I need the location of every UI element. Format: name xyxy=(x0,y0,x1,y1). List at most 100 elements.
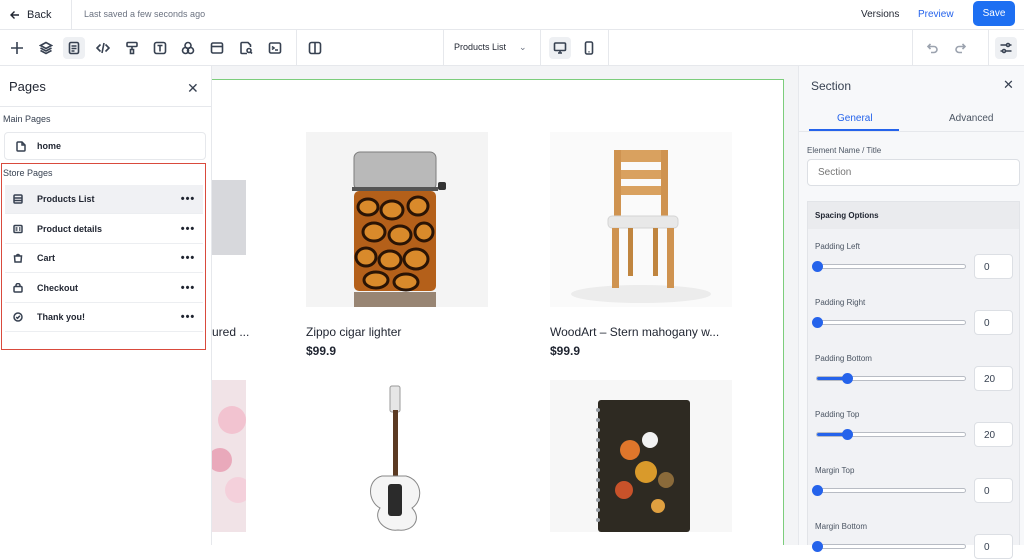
element-name-label: Element Name / Title xyxy=(807,146,882,155)
guitar-image xyxy=(370,385,421,531)
slider-thumb[interactable] xyxy=(812,261,823,272)
page-item-label: Thank you! xyxy=(37,312,86,322)
desktop-icon[interactable] xyxy=(549,37,571,59)
product-price: $99.9 xyxy=(550,344,581,358)
slider-label: Margin Bottom xyxy=(815,522,868,531)
more-options-icon[interactable]: ••• xyxy=(173,193,203,205)
slider-track[interactable] xyxy=(816,429,966,440)
slider-track[interactable] xyxy=(812,261,966,272)
product-name[interactable]: WoodArt – Stern mahogany w... xyxy=(550,325,719,339)
tab-advanced[interactable]: Advanced xyxy=(949,113,993,124)
page-icon xyxy=(5,140,37,152)
terminal-icon[interactable] xyxy=(264,37,286,59)
paint-roller-icon[interactable] xyxy=(121,37,143,59)
chevron-down-icon[interactable]: ⌄ xyxy=(519,42,527,53)
divider xyxy=(799,131,1024,132)
mobile-icon[interactable] xyxy=(578,37,600,59)
chair-image xyxy=(571,150,711,303)
spacing-options-header[interactable]: Spacing Options xyxy=(808,202,1019,229)
toolbar-divider xyxy=(296,30,297,66)
back-button[interactable]: Back xyxy=(0,0,72,30)
panel-title: Pages xyxy=(9,79,46,94)
preview-button[interactable]: Preview xyxy=(918,9,954,20)
element-name-input[interactable] xyxy=(807,159,1020,186)
slider-label: Padding Right xyxy=(815,298,866,307)
top-bar: Back Last saved a few seconds ago Versio… xyxy=(0,0,1024,30)
product-image[interactable] xyxy=(306,380,488,532)
slider-label: Padding Bottom xyxy=(815,354,872,363)
slider-thumb[interactable] xyxy=(812,541,823,552)
slider-value-input[interactable]: 0 xyxy=(974,254,1013,279)
page-item-products-list[interactable]: Products List ••• xyxy=(5,185,203,214)
divider xyxy=(0,106,212,107)
arrow-left-icon xyxy=(10,11,19,19)
close-icon[interactable]: ✕ xyxy=(1003,77,1014,93)
page-item-label: Product details xyxy=(37,224,103,234)
slider-thumb[interactable] xyxy=(841,429,853,440)
product-image[interactable] xyxy=(550,380,732,532)
slider-thumb[interactable] xyxy=(812,485,823,496)
plus-icon[interactable] xyxy=(6,37,28,59)
page-item-label: Cart xyxy=(37,253,56,263)
page-canvas[interactable]: ured ... Zippo cigar lighter $99.9 WoodA… xyxy=(212,79,784,545)
page-item-home[interactable]: home xyxy=(4,132,206,160)
product-image[interactable] xyxy=(212,380,251,532)
text-icon[interactable] xyxy=(149,37,171,59)
browser-icon[interactable] xyxy=(206,37,228,59)
slider-label: Margin Top xyxy=(815,466,855,475)
page-item-thank-you[interactable]: Thank you! ••• xyxy=(5,303,203,332)
split-view-icon[interactable] xyxy=(304,37,326,59)
code-icon[interactable] xyxy=(92,37,114,59)
save-status: Last saved a few seconds ago xyxy=(84,9,206,19)
page-item-label: home xyxy=(37,141,62,151)
page-item-checkout[interactable]: Checkout ••• xyxy=(5,274,203,303)
product-name[interactable]: Zippo cigar lighter xyxy=(306,325,401,339)
product-image[interactable] xyxy=(212,180,246,255)
page-item-product-details[interactable]: Product details ••• xyxy=(5,215,203,244)
layers-icon[interactable] xyxy=(35,37,57,59)
cart-icon xyxy=(5,253,31,263)
undo-icon[interactable] xyxy=(921,37,943,59)
editor-toolbar: Products List ⌄ xyxy=(0,30,1024,66)
page-search-icon[interactable] xyxy=(235,37,257,59)
slider-track[interactable] xyxy=(812,485,966,496)
more-options-icon[interactable]: ••• xyxy=(173,252,203,264)
slider-value-input[interactable]: 0 xyxy=(974,534,1013,559)
toolbar-divider xyxy=(443,30,444,66)
product-name[interactable]: ured ... xyxy=(212,325,249,339)
spacing-options-group: Spacing Options Padding Left 0 Padding Rig… xyxy=(807,201,1020,559)
product-image[interactable] xyxy=(550,132,732,307)
slider-track[interactable] xyxy=(812,317,966,328)
shapes-icon[interactable] xyxy=(177,37,199,59)
more-options-icon[interactable]: ••• xyxy=(173,311,203,323)
slider-value-input[interactable]: 0 xyxy=(974,478,1013,503)
product-image[interactable] xyxy=(306,132,488,307)
slider-value-input[interactable]: 0 xyxy=(974,310,1013,335)
product-price: $99.9 xyxy=(306,344,337,358)
page-item-cart[interactable]: Cart ••• xyxy=(5,244,203,273)
panel-title: Section xyxy=(811,79,852,93)
save-button[interactable]: Save xyxy=(973,1,1015,26)
notebook-image xyxy=(596,400,690,532)
versions-button[interactable]: Versions xyxy=(861,9,899,20)
slider-thumb[interactable] xyxy=(841,373,853,384)
toolbar-divider xyxy=(912,30,913,66)
page-select[interactable]: Products List xyxy=(454,42,506,52)
redo-icon[interactable] xyxy=(950,37,972,59)
slider-label: Padding Left xyxy=(815,242,860,251)
slider-value-input[interactable]: 20 xyxy=(974,422,1013,447)
check-circle-icon xyxy=(5,312,31,322)
more-options-icon[interactable]: ••• xyxy=(173,282,203,294)
slider-value-input[interactable]: 20 xyxy=(974,366,1013,391)
pages-icon[interactable] xyxy=(63,37,85,59)
settings-sliders-icon[interactable] xyxy=(995,37,1017,59)
slider-track[interactable] xyxy=(816,373,966,384)
checkout-icon xyxy=(5,283,31,293)
back-label: Back xyxy=(27,9,52,21)
more-options-icon[interactable]: ••• xyxy=(173,223,203,235)
slider-thumb[interactable] xyxy=(812,317,823,328)
close-icon[interactable]: ✕ xyxy=(187,80,199,97)
tab-general[interactable]: General xyxy=(837,113,873,124)
slider-label: Padding Top xyxy=(815,410,860,419)
toolbar-divider xyxy=(540,30,541,66)
